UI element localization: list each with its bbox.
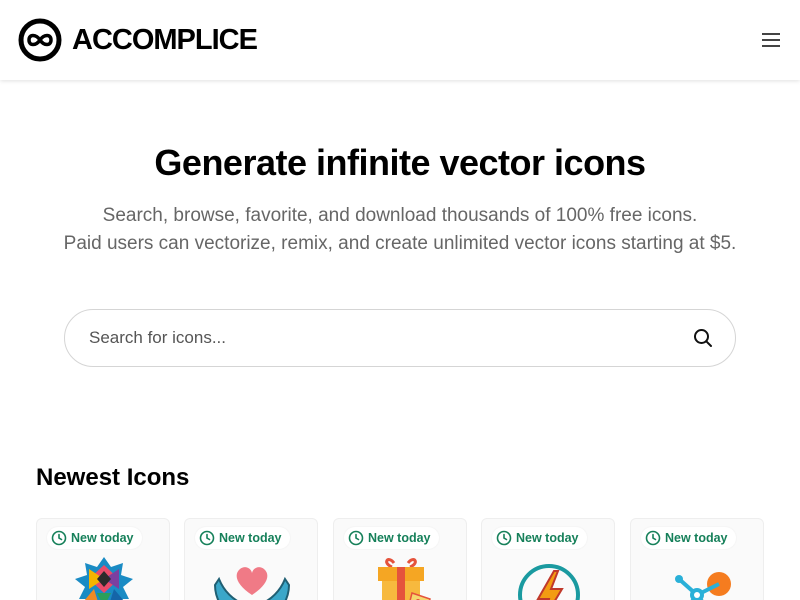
badge-label: New today — [71, 531, 134, 545]
new-today-badge: New today — [47, 527, 142, 549]
site-header: ACCOMPLICE — [0, 0, 800, 80]
hero-title: Generate infinite vector icons — [154, 142, 646, 183]
badge-label: New today — [516, 531, 579, 545]
search-bar — [64, 309, 736, 367]
badge-label: New today — [368, 531, 431, 545]
hero-subtitle: Search, browse, favorite, and download t… — [30, 202, 770, 258]
new-today-badge: New today — [344, 527, 439, 549]
icon-card[interactable]: New today — [184, 518, 318, 600]
search-input[interactable] — [89, 310, 669, 366]
icon-card[interactable]: New today — [630, 518, 764, 600]
gift-box-icon — [378, 558, 431, 600]
new-today-badge: New today — [492, 527, 587, 549]
badge-label: New today — [219, 531, 282, 545]
clock-icon — [645, 530, 661, 546]
hero-subtitle-line-1: Search, browse, favorite, and download t… — [102, 205, 698, 226]
clock-icon — [51, 530, 67, 546]
heart-in-hands-icon — [213, 567, 291, 600]
search-icon[interactable] — [693, 328, 713, 348]
clock-icon — [199, 530, 215, 546]
new-today-badge: New today — [195, 527, 290, 549]
clock-icon — [496, 530, 512, 546]
lightning-bolt-icon — [518, 564, 580, 600]
new-today-badge: New today — [641, 527, 736, 549]
hero-subtitle-line-2: Paid users can vectorize, remix, and cre… — [63, 233, 737, 254]
brand-name: ACCOMPLICE — [72, 23, 258, 56]
clock-icon — [348, 530, 364, 546]
icon-card[interactable]: New today — [36, 518, 170, 600]
badge-label: New today — [665, 531, 728, 545]
network-node-icon — [675, 572, 731, 600]
brand-logo[interactable]: ACCOMPLICE — [18, 18, 258, 62]
newest-icons-heading: Newest Icons — [36, 464, 190, 491]
hamburger-menu-icon[interactable] — [760, 30, 784, 50]
infinity-logo-icon — [18, 18, 62, 62]
geometric-pattern-icon — [75, 557, 133, 600]
icon-card[interactable]: New today — [333, 518, 467, 600]
icon-card[interactable]: New today — [481, 518, 615, 600]
